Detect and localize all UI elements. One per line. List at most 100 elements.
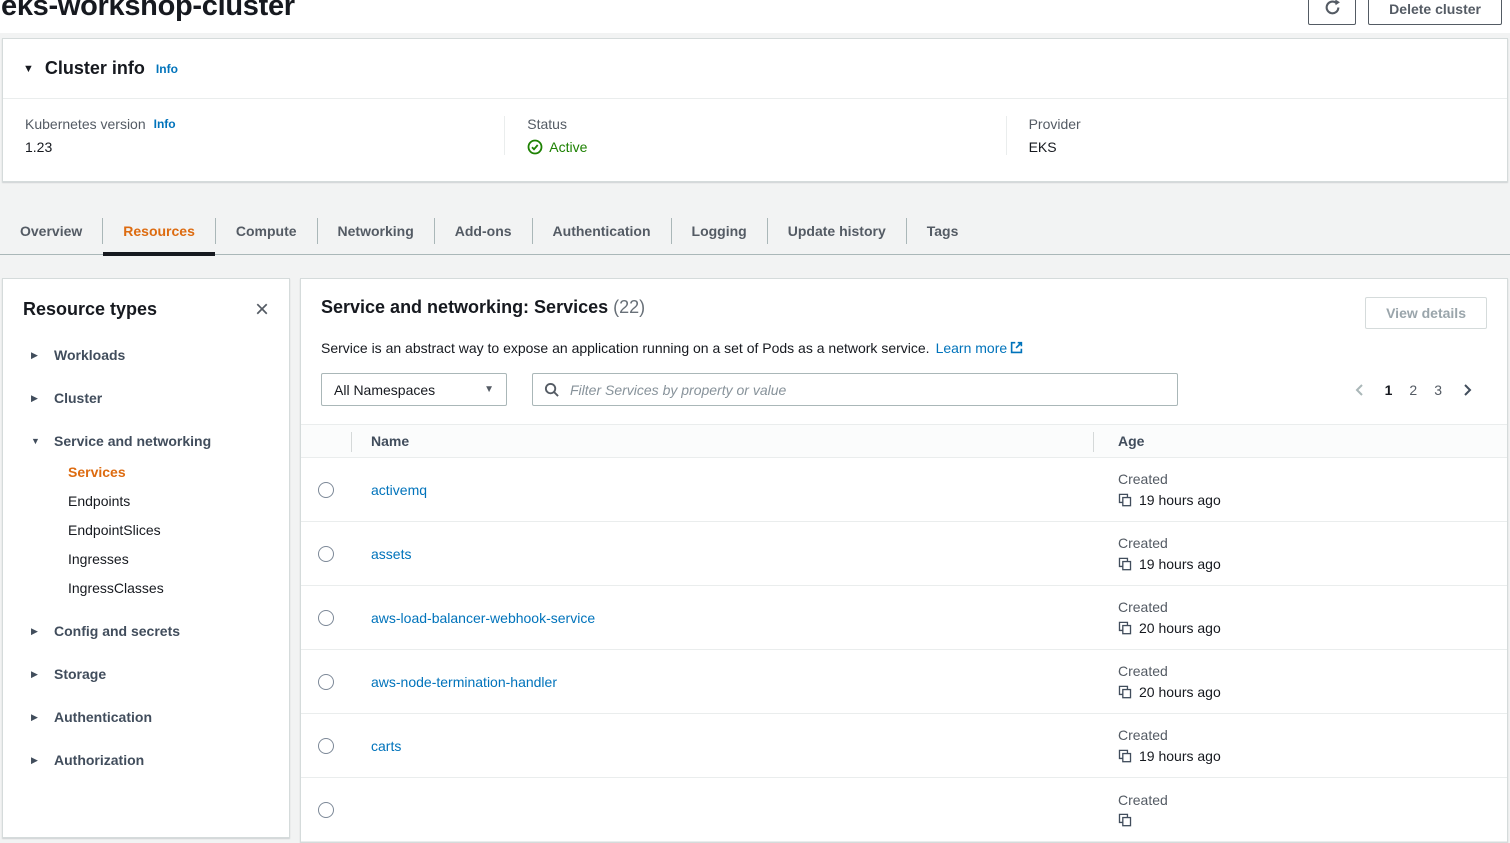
copy-icon[interactable] xyxy=(1118,493,1132,507)
field-value: EKS xyxy=(1029,139,1485,155)
page-number-2[interactable]: 2 xyxy=(1409,382,1417,398)
age-value: 20 hours ago xyxy=(1118,684,1507,700)
cluster-info-body: Kubernetes version Info 1.23 Status Acti… xyxy=(3,99,1507,181)
cluster-info-header[interactable]: ▼ Cluster info Info xyxy=(3,39,1507,99)
tab-resources[interactable]: Resources xyxy=(103,208,215,254)
copy-icon[interactable] xyxy=(1118,557,1132,571)
created-label: Created xyxy=(1118,535,1507,551)
created-label: Created xyxy=(1118,471,1507,487)
row-radio[interactable] xyxy=(318,610,334,626)
services-panel: Service and networking: Services (22) Vi… xyxy=(300,278,1508,843)
namespace-select[interactable]: All Namespaces ▼ xyxy=(321,373,507,406)
sidebar-section-toggle[interactable]: ▶ Storage xyxy=(23,666,269,682)
close-icon[interactable]: × xyxy=(255,301,269,319)
page-numbers: 12 3 xyxy=(1385,382,1442,398)
tab-overview[interactable]: Overview xyxy=(0,208,102,254)
resource-types-panel: Resource types × ▶ Workloads ▶ Cluster ▼… xyxy=(2,278,290,838)
sidebar-section-toggle[interactable]: ▼ Service and networking xyxy=(23,433,269,449)
sidebar-item-endpoints[interactable]: Endpoints xyxy=(68,493,269,509)
column-header-name: Name xyxy=(351,433,1094,449)
page-number-1[interactable]: 1 xyxy=(1385,382,1393,398)
field-label: Provider xyxy=(1029,116,1485,132)
sidebar-section-workloads: ▶ Workloads xyxy=(23,347,269,363)
next-page-button[interactable] xyxy=(1459,382,1475,398)
row-select-cell xyxy=(301,610,351,626)
tab-logging[interactable]: Logging xyxy=(672,208,767,254)
row-radio[interactable] xyxy=(318,802,334,818)
age-value: 20 hours ago xyxy=(1118,620,1507,636)
sidebar-item-ingressclasses[interactable]: IngressClasses xyxy=(68,580,269,596)
row-age-cell: Created xyxy=(1094,792,1507,827)
tab-networking[interactable]: Networking xyxy=(318,208,434,254)
service-name-link[interactable]: activemq xyxy=(371,482,427,498)
sidebar-section-label: Authentication xyxy=(54,709,152,725)
page-number-3[interactable]: 3 xyxy=(1434,382,1442,398)
row-radio[interactable] xyxy=(318,546,334,562)
tab-tags[interactable]: Tags xyxy=(907,208,979,254)
row-radio[interactable] xyxy=(318,738,334,754)
sidebar-item-endpointslices[interactable]: EndpointSlices xyxy=(68,522,269,538)
sidebar-section-toggle[interactable]: ▶ Workloads xyxy=(23,347,269,363)
sidebar-section-toggle[interactable]: ▶ Authorization xyxy=(23,752,269,768)
row-name-cell: assets xyxy=(351,546,1094,562)
sidebar-section-config-and-secrets: ▶ Config and secrets xyxy=(23,623,269,639)
service-name-link[interactable]: assets xyxy=(371,546,411,562)
tab-compute[interactable]: Compute xyxy=(216,208,317,254)
copy-icon[interactable] xyxy=(1118,813,1132,827)
row-radio[interactable] xyxy=(318,674,334,690)
tab-label: Logging xyxy=(692,223,747,239)
row-select-cell xyxy=(301,738,351,754)
tab-add-ons[interactable]: Add-ons xyxy=(435,208,532,254)
service-name-link[interactable]: aws-load-balancer-webhook-service xyxy=(371,610,595,626)
row-name-cell: aws-node-termination-handler xyxy=(351,674,1094,690)
previous-page-button[interactable] xyxy=(1352,382,1368,398)
tab-label: Resources xyxy=(123,223,195,239)
row-age-cell: Created 19 hours ago xyxy=(1094,727,1507,764)
sidebar-section-toggle[interactable]: ▶ Config and secrets xyxy=(23,623,269,639)
column-divider xyxy=(351,432,352,452)
table-row-carts: carts Created 19 hours ago xyxy=(301,714,1507,778)
sidebar-section-items: Services Endpoints EndpointSlices Ingresses… xyxy=(68,464,269,596)
cluster-info-field-kubernetes-version: Kubernetes version Info 1.23 xyxy=(3,116,504,155)
learn-more-link[interactable]: Learn more xyxy=(936,340,1024,356)
service-name-link[interactable]: carts xyxy=(371,738,401,754)
delete-cluster-button[interactable]: Delete cluster xyxy=(1368,0,1502,25)
copy-icon[interactable] xyxy=(1118,749,1132,763)
tab-authentication[interactable]: Authentication xyxy=(533,208,671,254)
disclosure-triangle-icon: ▶ xyxy=(31,350,41,361)
tab-label: Overview xyxy=(20,223,82,239)
cluster-info-info-link[interactable]: Info xyxy=(156,62,178,76)
sidebar-section-label: Cluster xyxy=(54,390,102,406)
table-body: activemq Created 19 hours ago assets Cre… xyxy=(301,458,1507,842)
disclosure-triangle-icon: ▶ xyxy=(31,755,41,766)
refresh-button[interactable] xyxy=(1308,0,1356,25)
tab-label: Tags xyxy=(927,223,959,239)
view-details-button[interactable]: View details xyxy=(1365,297,1487,329)
tab-update-history[interactable]: Update history xyxy=(768,208,906,254)
row-age-cell: Created 20 hours ago xyxy=(1094,599,1507,636)
field-value: Active xyxy=(527,139,983,155)
sidebar-item-services[interactable]: Services xyxy=(68,464,269,480)
row-name-cell: aws-load-balancer-webhook-service xyxy=(351,610,1094,626)
page-title: eks-workshop-cluster xyxy=(1,0,295,23)
sidebar-section-label: Config and secrets xyxy=(54,623,180,639)
copy-icon[interactable] xyxy=(1118,621,1132,635)
external-link-icon xyxy=(1010,341,1023,354)
sidebar-section-toggle[interactable]: ▶ Cluster xyxy=(23,390,269,406)
sidebar-section-toggle[interactable]: ▶ Authentication xyxy=(23,709,269,725)
pagination: 12 3 xyxy=(1352,382,1487,398)
refresh-icon xyxy=(1324,0,1341,19)
copy-icon[interactable] xyxy=(1118,685,1132,699)
table-row-aws-node-termination-handler: aws-node-termination-handler Created 20 … xyxy=(301,650,1507,714)
disclosure-triangle-icon: ▶ xyxy=(31,712,41,723)
service-name-link[interactable]: aws-node-termination-handler xyxy=(371,674,557,690)
chevron-down-icon: ▼ xyxy=(484,384,494,395)
services-panel-title: Service and networking: Services (22) xyxy=(321,297,645,318)
created-label: Created xyxy=(1118,792,1507,808)
sidebar-item-ingresses[interactable]: Ingresses xyxy=(68,551,269,567)
row-age-cell: Created 19 hours ago xyxy=(1094,535,1507,572)
tab-label: Update history xyxy=(788,223,886,239)
info-link[interactable]: Info xyxy=(154,117,176,131)
search-input[interactable] xyxy=(568,381,1166,399)
row-radio[interactable] xyxy=(318,482,334,498)
